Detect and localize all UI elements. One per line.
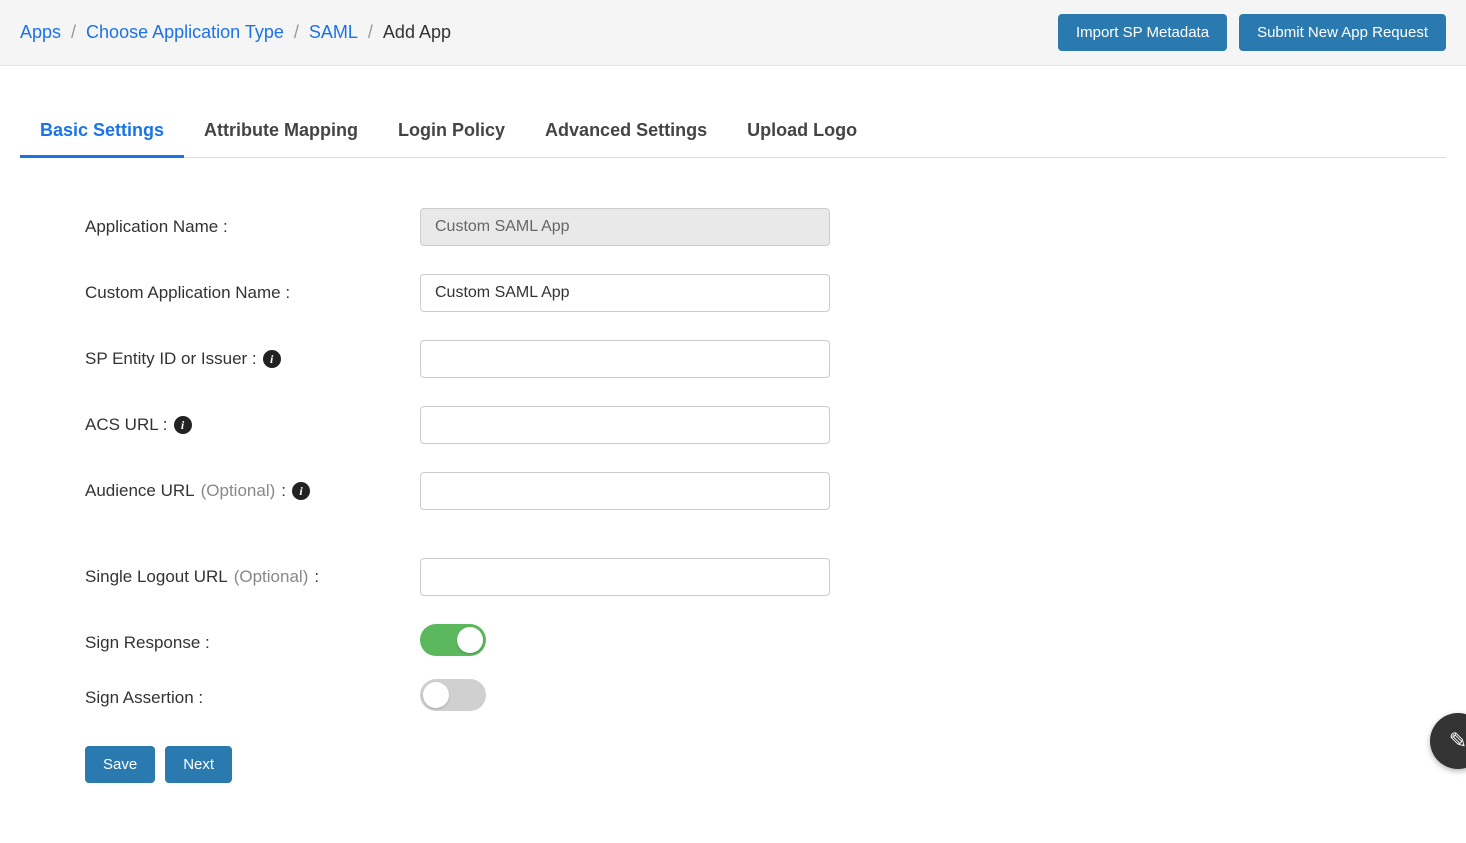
sign-response-toggle[interactable] xyxy=(420,624,486,656)
sign-assertion-label: Sign Assertion : xyxy=(85,688,420,708)
breadcrumb-link-saml[interactable]: SAML xyxy=(309,22,358,43)
row-custom-application-name: Custom Application Name : xyxy=(85,274,920,312)
breadcrumb-separator: / xyxy=(368,22,373,43)
row-application-name: Application Name : xyxy=(85,208,920,246)
tab-advanced-settings[interactable]: Advanced Settings xyxy=(525,106,727,158)
tab-login-policy[interactable]: Login Policy xyxy=(378,106,525,158)
topbar: Apps / Choose Application Type / SAML / … xyxy=(0,0,1466,66)
bottom-actions: Save Next xyxy=(85,746,1446,783)
application-name-input xyxy=(420,208,830,246)
row-sign-assertion: Sign Assertion : xyxy=(85,679,920,716)
breadcrumb-separator: / xyxy=(294,22,299,43)
sign-assertion-toggle[interactable] xyxy=(420,679,486,711)
custom-application-name-label: Custom Application Name : xyxy=(85,283,420,303)
sign-response-label: Sign Response : xyxy=(85,633,420,653)
row-sp-entity-id: SP Entity ID or Issuer : i xyxy=(85,340,920,378)
acs-url-input[interactable] xyxy=(420,406,830,444)
tab-attribute-mapping[interactable]: Attribute Mapping xyxy=(184,106,378,158)
help-icon: ✎ xyxy=(1449,728,1466,754)
breadcrumb-current: Add App xyxy=(383,22,451,43)
info-icon[interactable]: i xyxy=(263,350,281,368)
row-audience-url: Audience URL (Optional) : i xyxy=(85,472,920,510)
audience-url-input[interactable] xyxy=(420,472,830,510)
custom-application-name-input[interactable] xyxy=(420,274,830,312)
single-logout-url-label: Single Logout URL (Optional) : xyxy=(85,567,420,587)
row-sign-response: Sign Response : xyxy=(85,624,920,661)
form-area: Application Name : Custom Application Na… xyxy=(20,158,920,716)
single-logout-url-input[interactable] xyxy=(420,558,830,596)
breadcrumb: Apps / Choose Application Type / SAML / … xyxy=(20,22,451,43)
row-single-logout-url: Single Logout URL (Optional) : xyxy=(85,558,920,596)
tab-upload-logo[interactable]: Upload Logo xyxy=(727,106,877,158)
row-acs-url: ACS URL : i xyxy=(85,406,920,444)
content: Basic Settings Attribute Mapping Login P… xyxy=(0,106,1466,843)
application-name-label: Application Name : xyxy=(85,217,420,237)
breadcrumb-link-apps[interactable]: Apps xyxy=(20,22,61,43)
info-icon[interactable]: i xyxy=(174,416,192,434)
next-button[interactable]: Next xyxy=(165,746,232,783)
top-actions: Import SP Metadata Submit New App Reques… xyxy=(1058,14,1446,51)
tab-basic-settings[interactable]: Basic Settings xyxy=(20,106,184,158)
sp-entity-id-input[interactable] xyxy=(420,340,830,378)
acs-url-label: ACS URL : i xyxy=(85,415,420,435)
breadcrumb-separator: / xyxy=(71,22,76,43)
submit-new-app-request-button[interactable]: Submit New App Request xyxy=(1239,14,1446,51)
tabs: Basic Settings Attribute Mapping Login P… xyxy=(20,106,1446,158)
audience-url-label: Audience URL (Optional) : i xyxy=(85,481,420,501)
save-button[interactable]: Save xyxy=(85,746,155,783)
import-sp-metadata-button[interactable]: Import SP Metadata xyxy=(1058,14,1227,51)
sp-entity-id-label: SP Entity ID or Issuer : i xyxy=(85,349,420,369)
info-icon[interactable]: i xyxy=(292,482,310,500)
breadcrumb-link-choose-app-type[interactable]: Choose Application Type xyxy=(86,22,284,43)
